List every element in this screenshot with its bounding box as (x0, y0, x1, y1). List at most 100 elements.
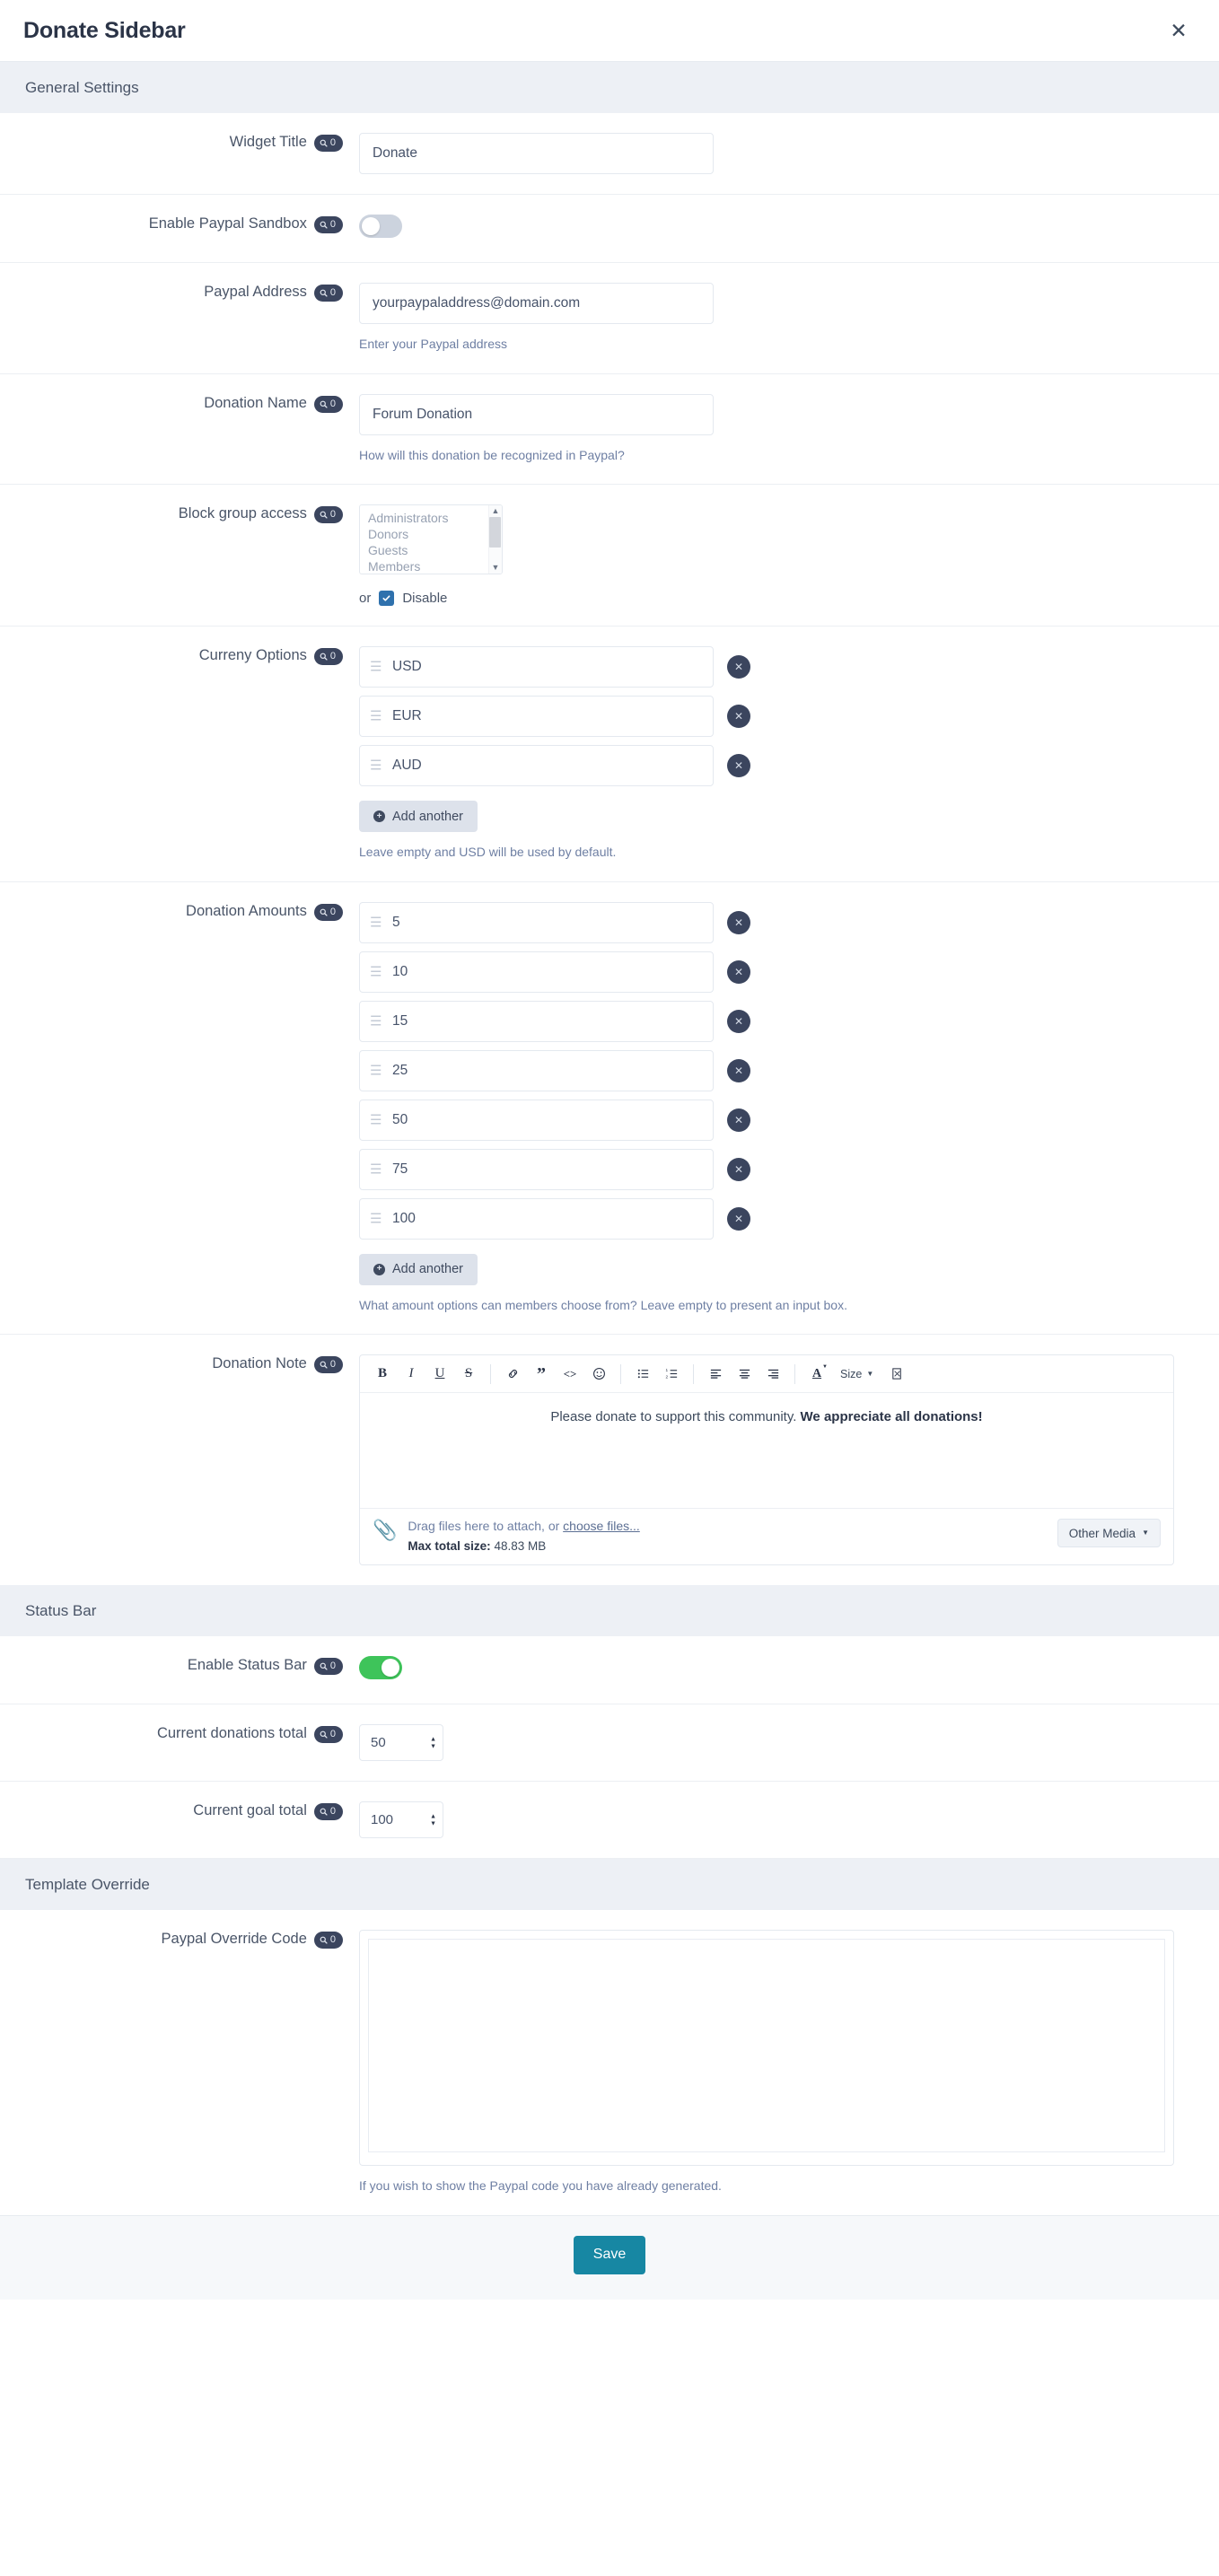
paypal-sandbox-toggle[interactable] (359, 215, 402, 238)
add-amount-button[interactable]: + Add another (359, 1253, 478, 1285)
attachment-drop-area[interactable]: 📎 Drag files here to attach, or choose f… (373, 1519, 640, 1553)
drag-handle-icon[interactable]: ☰ (370, 1014, 381, 1028)
remove-amount-button[interactable]: ✕ (727, 1206, 750, 1231)
underline-icon[interactable]: U (426, 1361, 453, 1388)
amount-input[interactable] (359, 1099, 714, 1141)
other-media-button[interactable]: Other Media ▼ (1057, 1519, 1161, 1548)
search-badge[interactable]: 0 (313, 216, 343, 233)
emoji-icon[interactable] (585, 1361, 612, 1388)
amount-input[interactable] (359, 901, 714, 943)
scrollbar-thumb[interactable] (489, 517, 501, 548)
code-icon[interactable]: <> (557, 1361, 583, 1388)
drag-handle-icon[interactable]: ☰ (370, 1212, 381, 1225)
amount-row: ☰ ✕ (359, 1148, 1192, 1190)
search-badge[interactable]: 0 (313, 395, 343, 413)
drag-handle-icon[interactable]: ☰ (370, 1162, 381, 1176)
italic-icon[interactable]: I (398, 1361, 425, 1388)
label-currency-options: Curreny Options 0 (0, 626, 359, 881)
remove-currency-button[interactable]: ✕ (727, 655, 750, 679)
help-donation-name: How will this donation be recognized in … (359, 447, 625, 462)
remove-amount-button[interactable]: ✕ (727, 1009, 750, 1033)
drag-handle-icon[interactable]: ☰ (370, 1064, 381, 1077)
stepper-down-icon[interactable]: ▼ (430, 1743, 436, 1749)
remove-currency-button[interactable]: ✕ (727, 754, 750, 778)
search-badge[interactable]: 0 (313, 285, 343, 302)
amount-input[interactable] (359, 1000, 714, 1042)
currency-input[interactable] (359, 696, 714, 738)
amount-input[interactable] (359, 1049, 714, 1091)
remove-amount-button[interactable]: ✕ (727, 910, 750, 934)
search-badge[interactable]: 0 (313, 135, 343, 152)
paypal-address-input[interactable] (359, 283, 714, 324)
status-bar-toggle[interactable] (359, 1656, 402, 1680)
field-paypal-address: Enter your Paypal address (359, 263, 1219, 373)
editor-content[interactable]: Please donate to support this community.… (360, 1393, 1173, 1508)
choose-files-link[interactable]: choose files... (563, 1519, 640, 1533)
remove-amount-button[interactable]: ✕ (727, 1157, 750, 1181)
donations-total-stepper: ▲ ▼ (359, 1724, 443, 1762)
strikethrough-icon[interactable]: S (455, 1361, 482, 1388)
drag-handle-icon[interactable]: ☰ (370, 1113, 381, 1126)
source-view-icon[interactable] (883, 1361, 910, 1388)
search-badge[interactable]: 0 (313, 1356, 343, 1374)
drag-handle-icon[interactable]: ☰ (370, 710, 381, 723)
search-badge[interactable]: 0 (313, 506, 343, 524)
help-currency-options: Leave empty and USD will be used by defa… (359, 845, 617, 860)
drag-handle-icon[interactable]: ☰ (370, 965, 381, 978)
stepper-down-icon[interactable]: ▼ (430, 1820, 436, 1827)
add-currency-button[interactable]: + Add another (359, 801, 478, 833)
widget-title-input[interactable] (359, 133, 714, 174)
search-badge[interactable]: 0 (313, 648, 343, 666)
stepper-up-icon[interactable]: ▲ (430, 1813, 436, 1819)
chevron-down-icon[interactable]: ▼ (492, 564, 500, 572)
search-badge[interactable]: 0 (313, 1658, 343, 1676)
quote-icon[interactable]: ” (528, 1361, 555, 1388)
stepper-up-icon[interactable]: ▲ (430, 1736, 436, 1742)
remove-amount-button[interactable]: ✕ (727, 959, 750, 984)
section-header-general: General Settings (0, 62, 1219, 113)
stepper-arrows[interactable]: ▲ ▼ (430, 1736, 436, 1749)
search-badge[interactable]: 0 (313, 1803, 343, 1821)
amount-input[interactable] (359, 951, 714, 993)
align-center-icon[interactable] (731, 1361, 758, 1388)
bold-icon[interactable]: B (369, 1361, 396, 1388)
align-right-icon[interactable] (759, 1361, 786, 1388)
search-icon (320, 139, 328, 147)
save-button[interactable]: Save (573, 2235, 646, 2274)
disable-checkbox[interactable] (379, 591, 395, 607)
group-option[interactable]: Donors (368, 526, 502, 542)
text-color-icon[interactable]: A ▼ (803, 1361, 830, 1388)
group-option[interactable]: Guests (368, 542, 502, 558)
group-option[interactable]: Members (368, 558, 502, 574)
font-size-dropdown[interactable]: Size ▼ (832, 1361, 881, 1388)
paypal-override-textarea[interactable] (368, 1939, 1165, 2153)
group-option[interactable]: Administrators (368, 510, 502, 526)
chevron-down-icon: ▼ (1142, 1529, 1149, 1538)
close-icon[interactable]: ✕ (1165, 17, 1192, 44)
remove-amount-button[interactable]: ✕ (727, 1058, 750, 1082)
search-badge[interactable]: 0 (313, 903, 343, 921)
remove-currency-button[interactable]: ✕ (727, 705, 750, 729)
drag-handle-icon[interactable]: ☰ (370, 759, 381, 773)
bullet-list-icon[interactable] (629, 1361, 656, 1388)
numbered-list-icon[interactable]: 12 (658, 1361, 685, 1388)
label-text: Donation Note (212, 1355, 307, 1372)
drag-handle-icon[interactable]: ☰ (370, 661, 381, 674)
currency-input[interactable] (359, 646, 714, 688)
stepper-arrows[interactable]: ▲ ▼ (430, 1813, 436, 1827)
link-icon[interactable] (499, 1361, 526, 1388)
amount-input-wrap: ☰ (359, 1197, 714, 1240)
other-media-label: Other Media (1068, 1526, 1136, 1540)
currency-input[interactable] (359, 745, 714, 787)
amount-input[interactable] (359, 1148, 714, 1190)
align-left-icon[interactable] (702, 1361, 729, 1388)
amount-input[interactable] (359, 1197, 714, 1240)
drag-handle-icon[interactable]: ☰ (370, 916, 381, 929)
donation-name-input[interactable] (359, 393, 714, 435)
rich-text-editor: B I U S ” <> 1 2 A ▼ Size ▼ Please donat… (359, 1354, 1174, 1566)
search-badge[interactable]: 0 (313, 1726, 343, 1744)
chevron-up-icon[interactable]: ▲ (492, 507, 500, 515)
remove-amount-button[interactable]: ✕ (727, 1108, 750, 1132)
search-badge[interactable]: 0 (313, 1932, 343, 1950)
block-group-access-select[interactable]: Administrators Donors Guests Members ▲ ▼ (359, 504, 503, 575)
